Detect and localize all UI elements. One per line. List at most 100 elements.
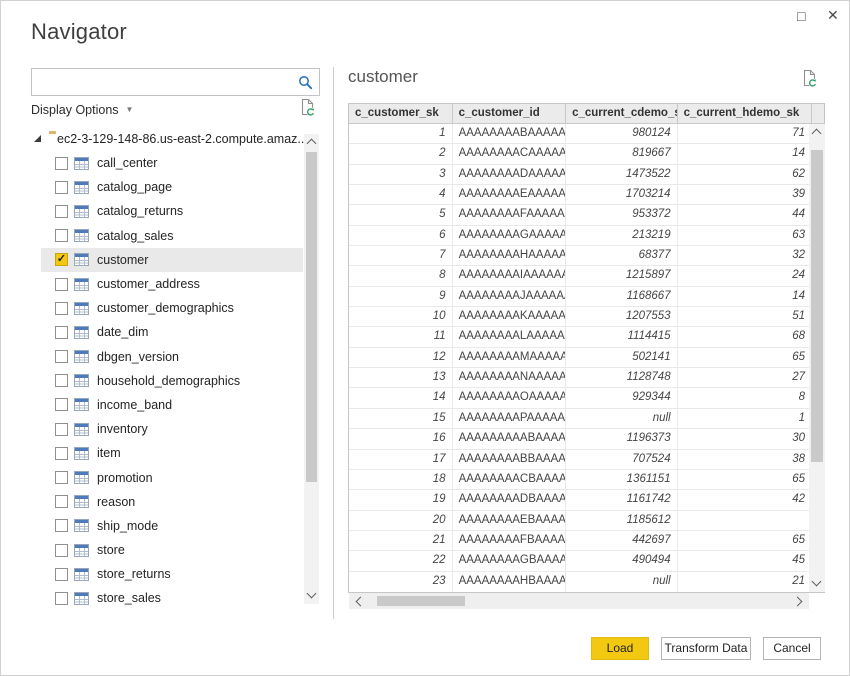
- maximize-icon[interactable]: □: [797, 7, 805, 25]
- close-icon[interactable]: ✕: [827, 6, 839, 24]
- tree-item-household_demographics[interactable]: household_demographics: [41, 369, 303, 393]
- tree-item-reason[interactable]: reason: [41, 490, 303, 514]
- checkbox[interactable]: [55, 495, 68, 508]
- transform-data-button[interactable]: Transform Data: [661, 637, 751, 660]
- tree-item-call_center[interactable]: call_center: [41, 151, 303, 175]
- checkbox[interactable]: [55, 592, 68, 605]
- table-icon: [74, 398, 89, 411]
- table-row: 11AAAAAAAALAAAAAAA111441568: [349, 327, 824, 347]
- tree-item-catalog_returns[interactable]: catalog_returns: [41, 199, 303, 223]
- tree-item-store_sales[interactable]: store_sales: [41, 586, 303, 610]
- table-row: 4AAAAAAAAEAAAAAAA170321439: [349, 185, 824, 205]
- cell-c_current_hdemo_sk: 21: [678, 572, 812, 592]
- column-header-clipped: [812, 104, 824, 123]
- search-input[interactable]: [32, 69, 319, 95]
- table-row: 8AAAAAAAAIAAAAAAA121589724: [349, 266, 824, 286]
- checkbox[interactable]: [55, 350, 68, 363]
- table-icon: [74, 326, 89, 339]
- cell-c_current_cdemo_sk: 1114415: [566, 327, 678, 346]
- grid-body: 1AAAAAAAABAAAAAAA980124712AAAAAAAACAAAAA…: [349, 124, 824, 592]
- cell-c_customer_sk: 6: [349, 226, 453, 245]
- refresh-preview-icon[interactable]: [801, 69, 818, 93]
- tree-item-dbgen_version[interactable]: dbgen_version: [41, 345, 303, 369]
- checkbox[interactable]: [55, 398, 68, 411]
- tree-item-customer[interactable]: ✓customer: [41, 248, 303, 272]
- search-box: [31, 68, 320, 96]
- tree-item-store_returns[interactable]: store_returns: [41, 562, 303, 586]
- cell-c_customer_id: AAAAAAAAMAAAAAAA: [453, 348, 567, 367]
- scroll-down-icon[interactable]: [812, 577, 822, 587]
- checkbox[interactable]: [55, 278, 68, 291]
- cell-c_current_cdemo_sk: 1703214: [566, 185, 678, 204]
- tree-item-store[interactable]: store: [41, 538, 303, 562]
- tree-item-catalog_sales[interactable]: catalog_sales: [41, 224, 303, 248]
- cell-c_customer_sk: 23: [349, 572, 453, 592]
- checkbox-checked[interactable]: ✓: [55, 253, 68, 266]
- table-row: 15AAAAAAAAPAAAAAAAnull1: [349, 409, 824, 429]
- checkbox[interactable]: [55, 229, 68, 242]
- navigator-dialog: □ ✕ Navigator Display Options▼ ec2-3-129…: [0, 0, 850, 676]
- tree-item-ship_mode[interactable]: ship_mode: [41, 514, 303, 538]
- tree-root-node[interactable]: ec2-3-129-148-86.us-east-2.compute.amaz.…: [34, 129, 304, 149]
- table-icon: [74, 447, 89, 460]
- checkbox[interactable]: [55, 423, 68, 436]
- cell-c_customer_id: AAAAAAAAGAAAAAAA: [453, 226, 567, 245]
- scroll-up-icon[interactable]: [307, 139, 317, 149]
- cancel-button[interactable]: Cancel: [763, 637, 821, 660]
- display-options-dropdown[interactable]: Display Options▼: [31, 103, 133, 117]
- scroll-up-icon[interactable]: [812, 129, 822, 139]
- table-row: 17AAAAAAAABBAAAAAA70752438: [349, 450, 824, 470]
- scroll-left-icon[interactable]: [356, 597, 366, 607]
- cell-c_customer_sk: 21: [349, 531, 453, 550]
- refresh-tree-icon[interactable]: [299, 98, 316, 122]
- scroll-down-icon[interactable]: [307, 589, 317, 599]
- checkbox[interactable]: [55, 157, 68, 170]
- tree-item-date_dim[interactable]: date_dim: [41, 320, 303, 344]
- checkbox[interactable]: [55, 471, 68, 484]
- cell-c_current_cdemo_sk: 953372: [566, 205, 678, 224]
- tree-scrollbar-thumb[interactable]: [306, 152, 317, 482]
- cell-c_current_hdemo_sk: 65: [678, 470, 812, 489]
- scroll-right-icon[interactable]: [793, 597, 803, 607]
- table-row: 23AAAAAAAAHBAAAAAAnull21: [349, 572, 824, 592]
- table-row: 6AAAAAAAAGAAAAAAA21321963: [349, 226, 824, 246]
- checkbox[interactable]: [55, 519, 68, 532]
- table-row: 9AAAAAAAAJAAAAAAA116866714: [349, 287, 824, 307]
- tree-item-promotion[interactable]: promotion: [41, 465, 303, 489]
- checkbox[interactable]: [55, 568, 68, 581]
- tree-item-catalog_page[interactable]: catalog_page: [41, 175, 303, 199]
- cell-c_customer_id: AAAAAAAAHAAAAAAA: [453, 246, 567, 265]
- checkbox[interactable]: [55, 302, 68, 315]
- checkbox[interactable]: [55, 205, 68, 218]
- tree-item-income_band[interactable]: income_band: [41, 393, 303, 417]
- cell-c_customer_sk: 18: [349, 470, 453, 489]
- checkbox[interactable]: [55, 326, 68, 339]
- tree-item-label: call_center: [97, 156, 157, 170]
- preview-vscrollbar[interactable]: [809, 124, 825, 592]
- checkbox[interactable]: [55, 181, 68, 194]
- tree-item-label: item: [97, 446, 121, 460]
- checkbox[interactable]: [55, 544, 68, 557]
- tree-item-customer_demographics[interactable]: customer_demographics: [41, 296, 303, 320]
- checkbox[interactable]: [55, 447, 68, 460]
- load-button[interactable]: Load: [591, 637, 649, 660]
- cell-c_customer_sk: 2: [349, 144, 453, 163]
- cell-c_customer_id: AAAAAAAAHBAAAAAA: [453, 572, 567, 592]
- cell-c_customer_id: AAAAAAAAEAAAAAAA: [453, 185, 567, 204]
- tree-item-inventory[interactable]: inventory: [41, 417, 303, 441]
- tree-item-label: reason: [97, 495, 135, 509]
- expander-icon[interactable]: [34, 135, 41, 142]
- preview-hscrollbar-thumb[interactable]: [377, 596, 465, 606]
- cell-c_customer_id: AAAAAAAALAAAAAAA: [453, 327, 567, 346]
- tree-scrollbar[interactable]: [304, 134, 319, 604]
- table-row: 13AAAAAAAANAAAAAAA112874827: [349, 368, 824, 388]
- cell-c_current_cdemo_sk: 1215897: [566, 266, 678, 285]
- tree-item-item[interactable]: item: [41, 441, 303, 465]
- table-icon: [74, 205, 89, 218]
- preview-hscrollbar[interactable]: [349, 593, 809, 609]
- cell-c_current_cdemo_sk: 1361151: [566, 470, 678, 489]
- preview-vscrollbar-thumb[interactable]: [811, 150, 823, 462]
- checkbox[interactable]: [55, 374, 68, 387]
- cell-c_current_cdemo_sk: 707524: [566, 450, 678, 469]
- tree-item-customer_address[interactable]: customer_address: [41, 272, 303, 296]
